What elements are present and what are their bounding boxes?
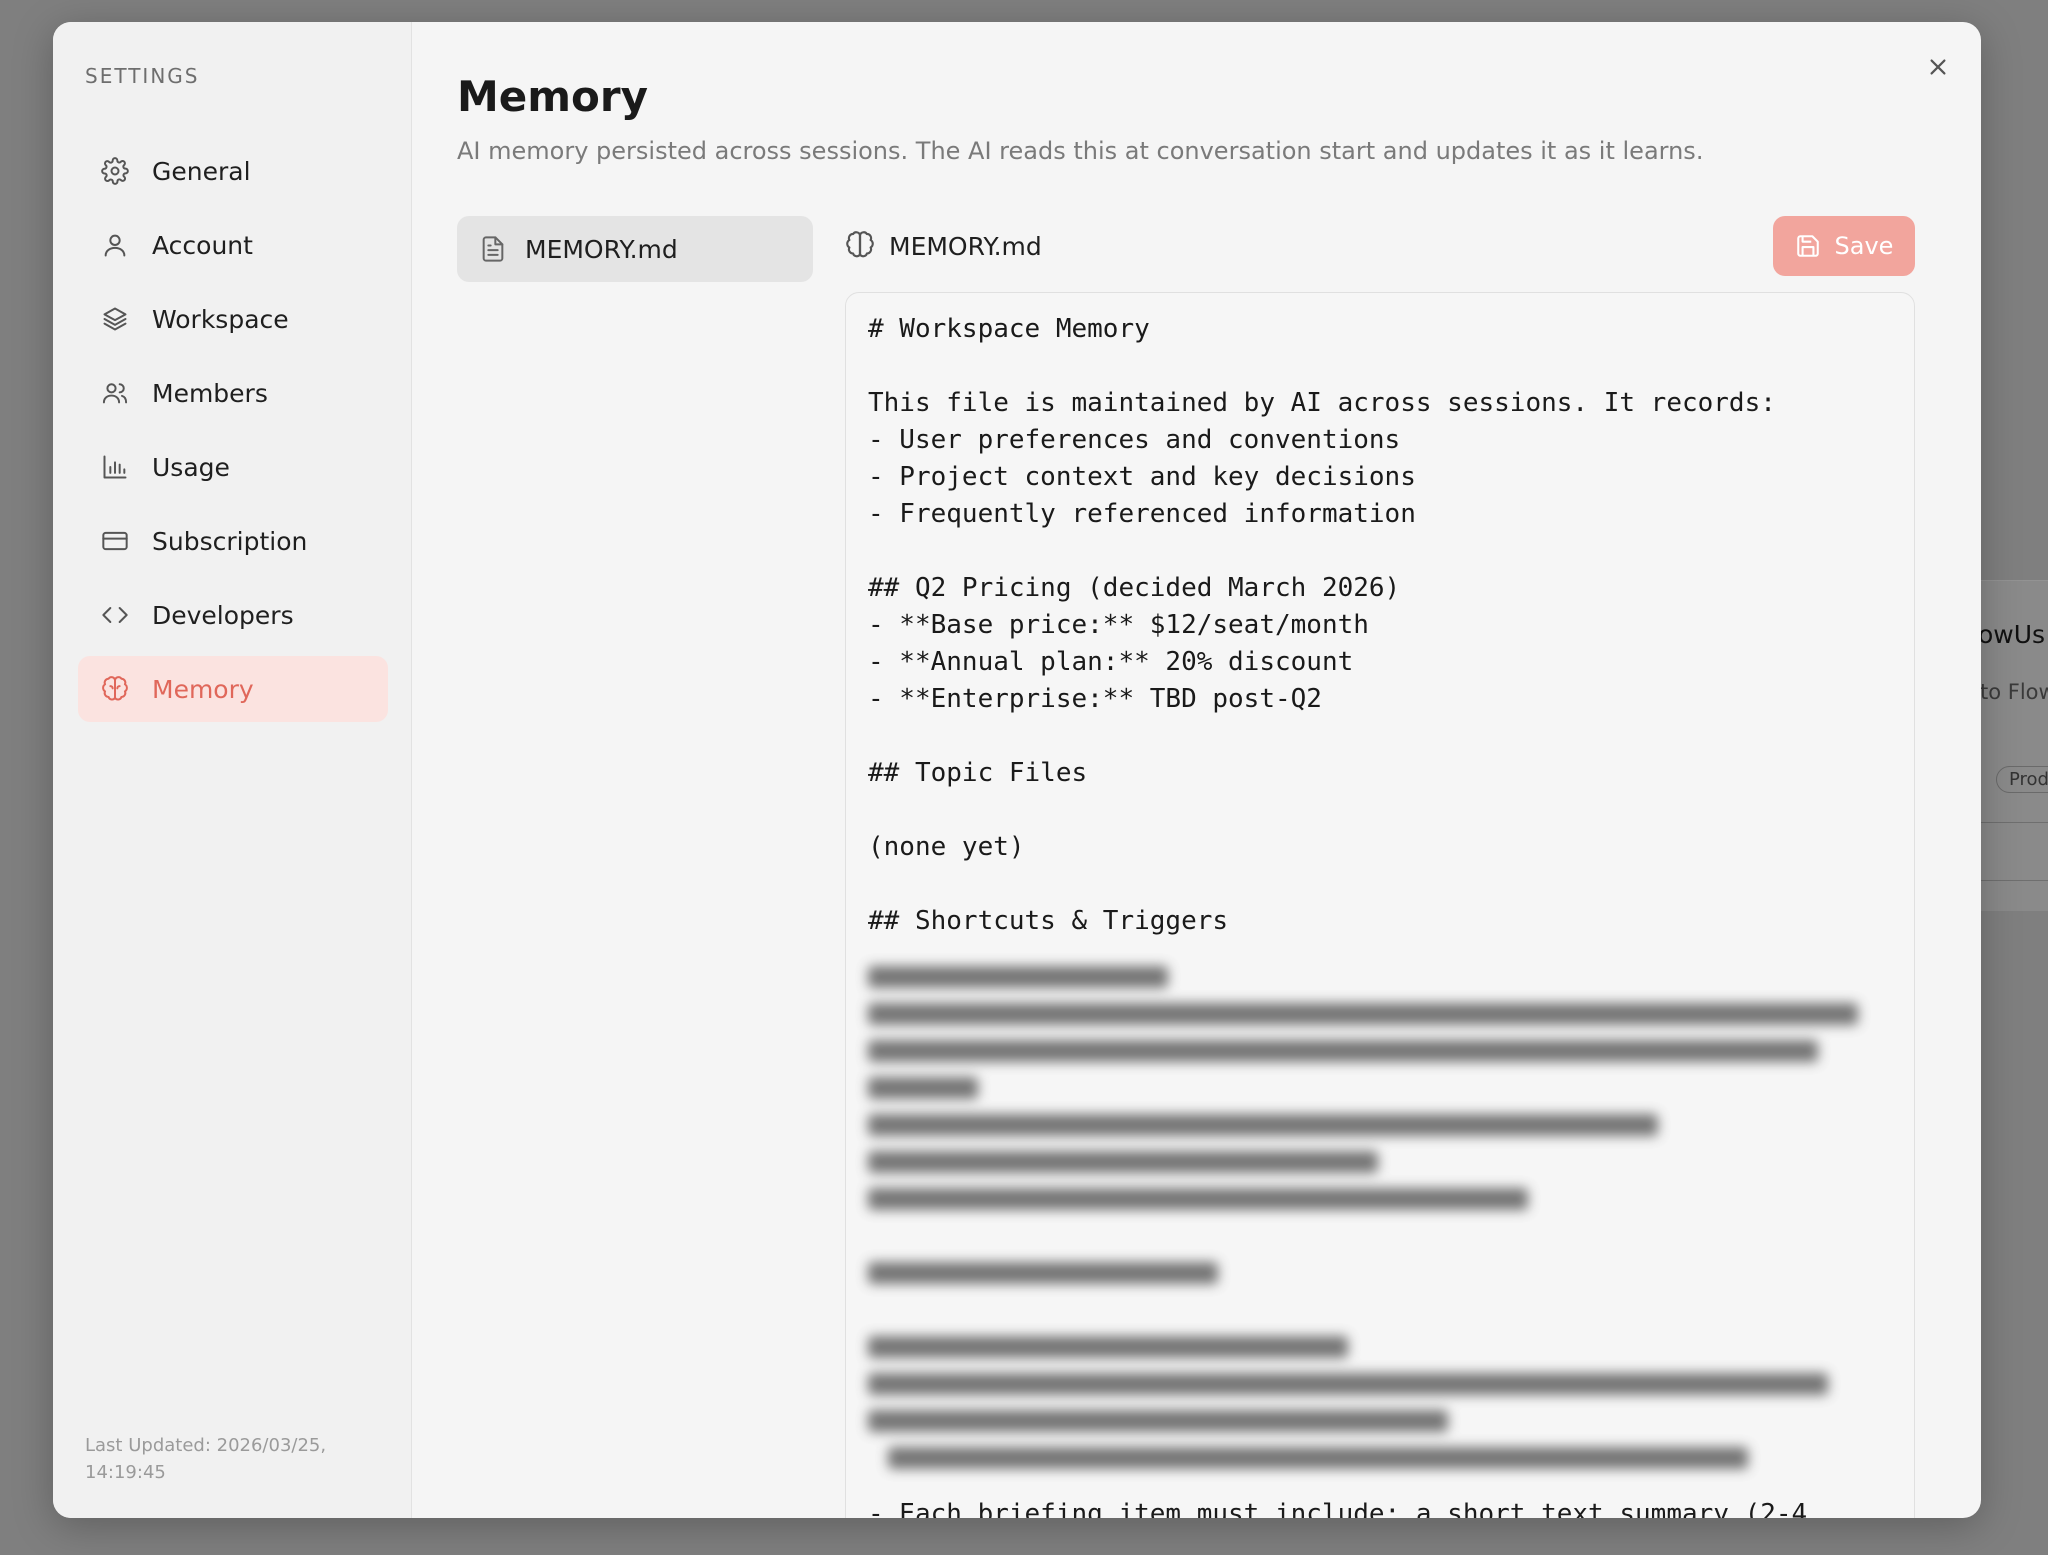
sidebar-item-label: Developers [152,600,294,630]
page-title: Memory [457,72,648,121]
sidebar-heading: SETTINGS [85,64,200,88]
gear-icon [100,156,130,186]
sidebar-item-label: Memory [152,674,254,704]
page-description: AI memory persisted across sessions. The… [457,137,1704,165]
sidebar-item-label: Usage [152,452,230,482]
file-item-label: MEMORY.md [525,234,678,264]
settings-nav: General Account Workspace Members Usage … [78,138,388,730]
last-updated-timestamp: Last Updated: 2026/03/25, 14:19:45 [85,1435,327,1483]
file-item-memory-md[interactable]: MEMORY.md [457,216,813,282]
credit-card-icon [100,526,130,556]
file-list: MEMORY.md [457,216,813,282]
blurred-content [846,958,1914,1502]
background-app-pill: Prod [1996,766,2048,793]
sidebar-item-label: Account [152,230,253,260]
sidebar-item-account[interactable]: Account [78,212,388,278]
memory-editor-text[interactable]: # Workspace Memory This file is maintain… [846,293,1914,958]
sidebar-item-memory[interactable]: Memory [78,656,388,722]
sidebar-item-label: Subscription [152,526,308,556]
background-divider [1980,822,2048,823]
brain-icon [845,230,877,262]
memory-editor[interactable]: # Workspace Memory This file is maintain… [845,292,1915,1518]
background-app-subtitle: to Flow [1980,680,2048,704]
redacted-text-block [868,966,1858,1469]
code-icon [100,600,130,630]
sidebar-item-members[interactable]: Members [78,360,388,426]
background-divider [1980,880,2048,881]
close-button[interactable] [1921,50,1955,84]
save-button[interactable]: Save [1773,216,1915,276]
memory-panel: Memory AI memory persisted across sessio… [411,22,1981,1518]
settings-sidebar: SETTINGS General Account Workspace Membe… [53,22,412,1518]
users-icon [100,378,130,408]
editor-header: MEMORY.md Save [845,216,1915,276]
sidebar-item-subscription[interactable]: Subscription [78,508,388,574]
sidebar-item-label: Members [152,378,268,408]
background-app-title: owUs [1978,620,2046,649]
editor-filename: MEMORY.md [889,232,1042,261]
sidebar-item-general[interactable]: General [78,138,388,204]
sidebar-item-usage[interactable]: Usage [78,434,388,500]
settings-modal: SETTINGS General Account Workspace Membe… [53,22,1981,1518]
close-icon [1930,59,1946,75]
bar-chart-icon [100,452,130,482]
sidebar-item-developers[interactable]: Developers [78,582,388,648]
save-button-label: Save [1834,232,1894,260]
brain-icon [100,674,130,704]
file-icon [479,235,507,263]
sidebar-item-label: Workspace [152,304,289,334]
sidebar-item-label: General [152,156,251,186]
user-icon [100,230,130,260]
sidebar-item-workspace[interactable]: Workspace [78,286,388,352]
save-icon [1796,235,1819,257]
layers-icon [100,304,130,334]
